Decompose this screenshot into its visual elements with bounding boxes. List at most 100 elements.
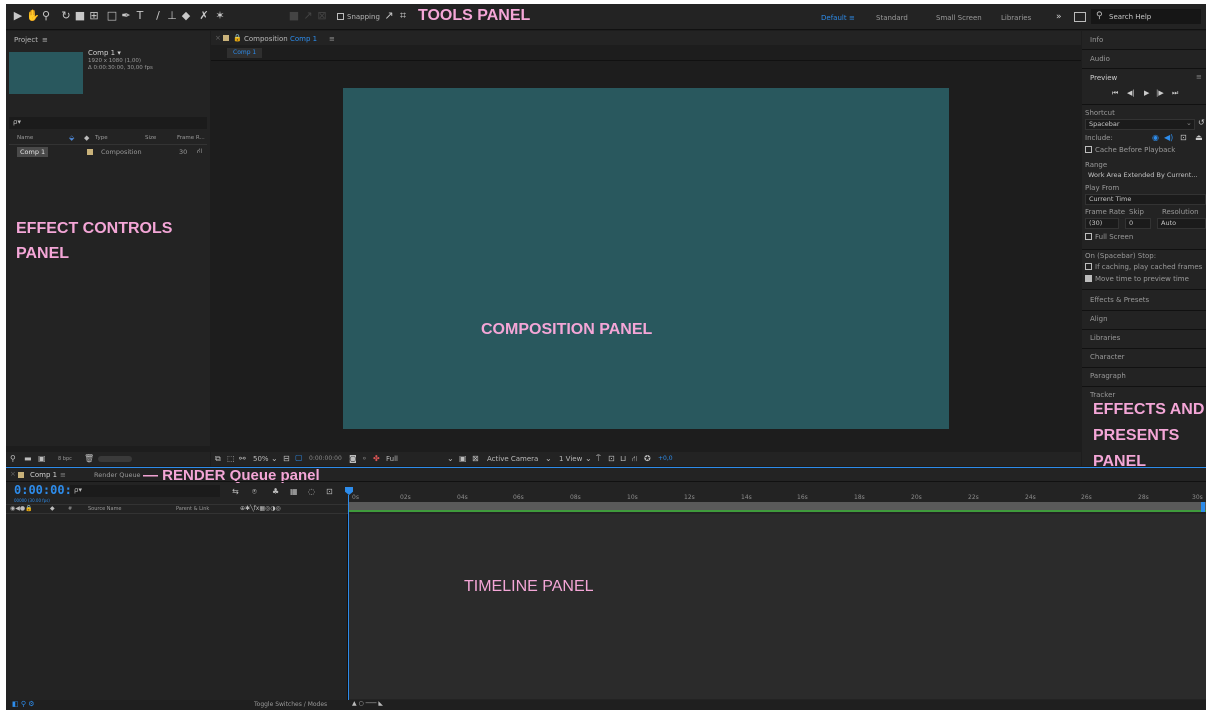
comp-name[interactable]: Comp 1 ▾ — [88, 49, 121, 57]
flowchart-icon[interactable]: ⛙ — [197, 147, 202, 156]
include-video-icon[interactable]: ◉ — [1152, 133, 1159, 142]
parent-link-column[interactable]: Parent & Link — [176, 506, 209, 512]
align-left-icon[interactable]: ■ — [288, 10, 300, 22]
character-tab[interactable]: Character — [1090, 353, 1125, 361]
label-icon[interactable]: ◆ — [50, 505, 55, 512]
column-type[interactable]: Type — [95, 135, 108, 141]
zoom-slider-icon[interactable]: ▲ ○ ─── ◣ — [352, 700, 383, 707]
workspace-standard[interactable]: Standard — [876, 14, 908, 22]
composition-menu-icon[interactable]: ≡ — [329, 35, 335, 43]
snapping-grid-icon[interactable]: ⌗ — [397, 10, 409, 22]
brush-tool-icon[interactable]: / — [152, 10, 164, 22]
column-frame-rate[interactable]: Frame R... — [177, 135, 205, 141]
resolution-dropdown[interactable]: Full — [386, 455, 398, 463]
grid-icon[interactable]: ⊟ — [283, 454, 290, 464]
new-comp-icon[interactable]: ▣ — [38, 454, 46, 464]
project-search-input[interactable]: ρ▾ — [9, 117, 207, 129]
always-preview-icon[interactable]: ⧉ — [215, 454, 221, 464]
resolution-dropdown[interactable]: Auto — [1157, 218, 1206, 229]
timeline-close-icon[interactable]: × — [10, 470, 16, 478]
toggle-transparency-icon[interactable]: ⊡ — [608, 454, 615, 464]
selection-tool-icon[interactable]: ▶ — [12, 10, 24, 22]
column-name[interactable]: Name — [17, 135, 33, 141]
play-from-dropdown[interactable]: Current Time — [1085, 194, 1206, 205]
camera-dropdown[interactable]: Active Camera — [487, 455, 538, 463]
expand-collapse-icon[interactable]: ◧ ⚲ ⚙ — [12, 700, 34, 708]
chevron-down-icon[interactable]: ⌄ — [271, 454, 278, 464]
preview-menu-icon[interactable]: ≡ — [1196, 73, 1202, 81]
shy-layers-icon[interactable]: ♣ — [272, 487, 279, 497]
audio-panel-tab[interactable]: Audio — [1090, 55, 1110, 63]
if-caching-option[interactable]: If caching, play cached frames — [1085, 263, 1202, 271]
frame-blending-icon[interactable]: ▦ — [290, 487, 298, 497]
composition-tab-link[interactable]: Comp 1 — [290, 35, 317, 43]
rotate-tool-icon[interactable]: ↻ — [60, 10, 72, 22]
skip-dropdown[interactable]: 0 — [1125, 218, 1151, 229]
av-features-icon[interactable]: ◉◀●🔒 — [10, 505, 33, 512]
hand-tool-icon[interactable]: ✋ — [26, 10, 40, 22]
motion-blur-icon[interactable]: ◌ — [308, 487, 315, 497]
graph-editor-icon[interactable]: ⊡ — [326, 487, 333, 497]
camera-chevron-icon[interactable]: ⌄ — [545, 454, 552, 464]
views-dropdown[interactable]: 1 View — [559, 455, 582, 463]
frame-rate-dropdown[interactable]: (30) — [1085, 218, 1119, 229]
snapping-toggle[interactable]: Snapping — [337, 13, 380, 21]
work-area-range[interactable] — [348, 510, 1206, 512]
lock-icon[interactable]: 🔒 — [233, 34, 242, 42]
move-time-option[interactable]: Move time to preview time — [1085, 275, 1189, 283]
tracker-tab[interactable]: Tracker — [1090, 391, 1115, 399]
pan-behind-tool-icon[interactable]: ⊞ — [88, 10, 100, 22]
include-overlays-icon[interactable]: ⊡ — [1180, 133, 1187, 142]
puppet-tool-icon[interactable]: ✶ — [214, 10, 226, 22]
timeline-search-input[interactable]: ρ▾ — [70, 485, 220, 497]
project-item-row[interactable]: Comp 1 Composition 30 ⛙ — [9, 147, 207, 157]
source-name-column[interactable]: Source Name — [88, 506, 122, 512]
search-help-field[interactable]: ⚲ Search Help — [1091, 9, 1201, 24]
next-frame-icon[interactable]: |▶ — [1156, 89, 1164, 97]
color-channel-icon[interactable]: ✤ — [373, 454, 380, 464]
align-tab[interactable]: Align — [1090, 315, 1108, 323]
align-right-icon[interactable]: ↗ — [302, 10, 314, 22]
transparency-grid-icon[interactable]: ⊠ — [472, 454, 479, 464]
exposure-reset-icon[interactable]: ✪ — [644, 454, 651, 464]
reset-icon[interactable]: ↺ — [1198, 118, 1205, 127]
last-frame-icon[interactable]: ⏭ — [1172, 89, 1178, 98]
pen-tool-icon[interactable]: ✒ — [120, 10, 132, 22]
workspace-libraries[interactable]: Libraries — [1001, 14, 1031, 22]
workspace-more[interactable]: » — [1056, 12, 1062, 22]
info-panel-tab[interactable]: Info — [1090, 36, 1103, 44]
flowchart-view-icon[interactable]: ⛙ — [632, 454, 638, 464]
libraries-tab[interactable]: Libraries — [1090, 334, 1120, 342]
work-area-bar[interactable] — [348, 502, 1206, 510]
shortcut-dropdown[interactable]: Spacebar — [1085, 119, 1195, 130]
clone-stamp-tool-icon[interactable]: ⊥ — [166, 10, 178, 22]
timeline-link-icon[interactable]: ⊔ — [620, 454, 626, 464]
include-layer-controls-icon[interactable]: ⏏ — [1195, 133, 1203, 142]
column-size[interactable]: Size — [145, 135, 156, 141]
project-item-name[interactable]: Comp 1 — [17, 147, 49, 157]
bpc-label[interactable]: 8 bpc — [58, 456, 72, 462]
distribute-icon[interactable]: ⊠ — [316, 10, 328, 22]
draft-3d-icon[interactable]: ⍟ — [252, 487, 257, 497]
magnification-dropdown[interactable]: 50% — [253, 455, 269, 463]
roto-brush-tool-icon[interactable]: ✗ — [198, 10, 210, 22]
previous-frame-icon[interactable]: ◀| — [1127, 89, 1135, 97]
timeline-comp-tab[interactable]: Comp 1 — [30, 471, 57, 479]
workspace-default[interactable]: Default — [821, 14, 847, 22]
exposure-value[interactable]: +0,0 — [658, 455, 673, 462]
vr-icon[interactable]: ⬚ — [227, 454, 235, 464]
workspace-menu-icon[interactable]: ≡ — [849, 14, 855, 22]
toggle-switches-modes[interactable]: Toggle Switches / Modes — [254, 701, 327, 708]
label-column-icon[interactable]: ⬙ — [69, 134, 74, 142]
region-of-interest-icon[interactable]: ▢ — [295, 453, 303, 463]
views-chevron-icon[interactable]: ⌄ — [585, 454, 592, 464]
timeline-menu-icon[interactable]: ≡ — [60, 471, 66, 479]
cache-before-playback[interactable]: Cache Before Playback — [1085, 146, 1175, 154]
interpret-footage-icon[interactable]: ⚲ — [10, 454, 16, 464]
project-menu-icon[interactable]: ≡ — [42, 36, 48, 44]
resolution-chevron-icon[interactable]: ⌄ — [447, 454, 454, 464]
composition-canvas[interactable] — [343, 88, 949, 429]
mask-visibility-icon[interactable]: ⚯ — [239, 454, 246, 464]
composition-subtab[interactable]: Comp 1 — [227, 48, 263, 58]
play-icon[interactable]: ▶ — [1144, 89, 1149, 97]
